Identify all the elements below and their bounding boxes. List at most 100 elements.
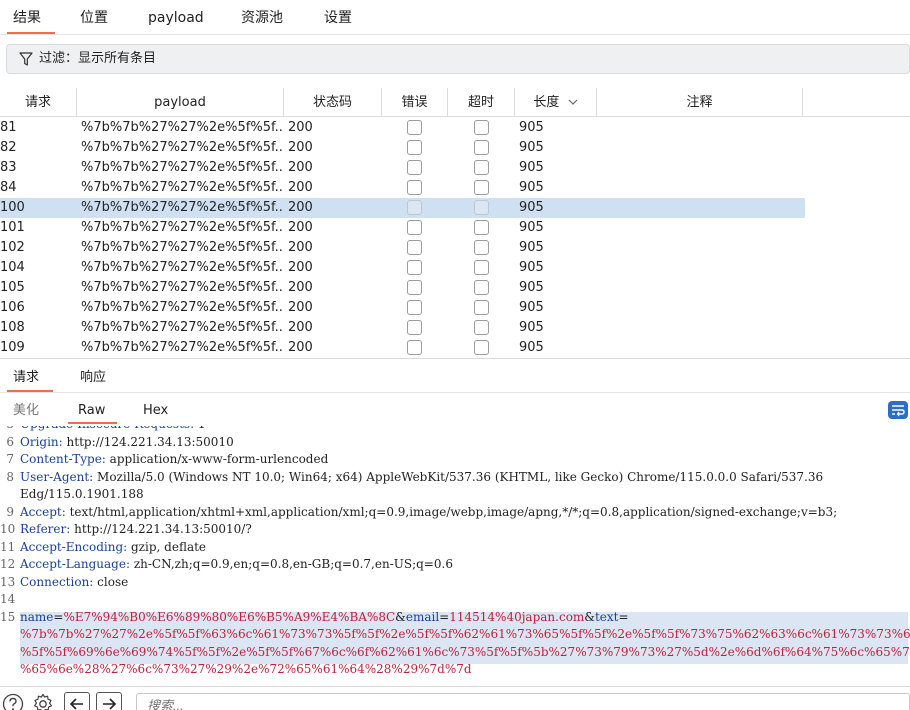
param-separator: & (584, 609, 595, 624)
cell-request: 84 (0, 180, 17, 195)
cell-request: 83 (0, 160, 17, 175)
cell-length: 905 (519, 300, 544, 315)
error-checkbox[interactable] (407, 280, 422, 295)
cell-request: 81 (0, 120, 17, 135)
header-value: gzip, deflate (127, 539, 207, 554)
cell-status: 200 (288, 200, 313, 215)
request-line: Origin: http://124.221.34.13:50010 (20, 435, 234, 449)
tab-results[interactable]: 结果 (7, 0, 55, 35)
error-checkbox[interactable] (407, 340, 422, 355)
table-row[interactable]: 100 %7b%7b%27%27%2e%5f%5f... 200 905 (0, 198, 805, 218)
timeout-checkbox[interactable] (474, 140, 489, 155)
search-input[interactable] (136, 693, 910, 710)
gear-icon[interactable] (32, 693, 54, 710)
cell-status: 200 (288, 320, 313, 335)
cell-payload: %7b%7b%27%27%2e%5f%5f... (81, 280, 283, 295)
timeout-checkbox[interactable] (474, 340, 489, 355)
cell-status: 200 (288, 300, 313, 315)
line-number: 13 (0, 574, 16, 589)
help-icon[interactable] (2, 693, 24, 710)
cell-length: 905 (519, 340, 544, 355)
header-name: Accept: (20, 504, 66, 519)
timeout-checkbox[interactable] (474, 320, 489, 335)
tab-settings[interactable]: 设置 (324, 0, 352, 35)
column-header-status[interactable]: 状态码 (284, 88, 382, 117)
column-header-comment[interactable]: 注释 (597, 88, 803, 117)
timeout-checkbox[interactable] (474, 180, 489, 195)
raw-request-editor[interactable]: 5 Upgrade-Insecure-Requests: 1 6 Origin: ht… (0, 426, 910, 680)
forward-button[interactable] (96, 692, 122, 710)
cell-length: 905 (519, 320, 544, 335)
table-row[interactable]: 83 %7b%7b%27%27%2e%5f%5f... 200 905 (0, 158, 805, 178)
tab-raw[interactable]: Raw (67, 397, 118, 425)
table-row[interactable]: 102 %7b%7b%27%27%2e%5f%5f... 200 905 (0, 238, 805, 258)
cell-payload: %7b%7b%27%27%2e%5f%5f... (81, 200, 283, 215)
column-header-request[interactable]: 请求 (0, 88, 77, 117)
tab-positions[interactable]: 位置 (80, 0, 108, 35)
request-line: User-Agent: Mozilla/5.0 (Windows NT 10.0… (20, 470, 823, 484)
param-name: email (405, 609, 440, 624)
error-checkbox[interactable] (407, 240, 422, 255)
table-row[interactable]: 105 %7b%7b%27%27%2e%5f%5f... 200 905 (0, 278, 805, 298)
param-equals: = (53, 609, 64, 624)
timeout-checkbox[interactable] (474, 260, 489, 275)
timeout-checkbox[interactable] (474, 120, 489, 135)
column-header-payload[interactable]: payload (77, 88, 284, 117)
cell-comment (601, 218, 801, 238)
cell-length: 905 (519, 280, 544, 295)
table-row[interactable]: 104 %7b%7b%27%27%2e%5f%5f... 200 905 (0, 258, 805, 278)
error-checkbox[interactable] (407, 300, 422, 315)
cell-length: 905 (519, 140, 544, 155)
timeout-checkbox[interactable] (474, 200, 489, 215)
cell-comment (601, 238, 801, 258)
param-value-wrapped: %5f%5f%69%6e%69%74%5f%5f%2e%5f%5f%67%6c%… (20, 644, 910, 659)
tab-pretty[interactable]: 美化 (13, 397, 39, 425)
tab-hex[interactable]: Hex (143, 397, 168, 425)
tab-response[interactable]: 响应 (80, 363, 106, 393)
table-row[interactable]: 101 %7b%7b%27%27%2e%5f%5f... 200 905 (0, 218, 805, 238)
cell-length: 905 (519, 160, 544, 175)
back-button[interactable] (64, 692, 90, 710)
error-checkbox[interactable] (407, 140, 422, 155)
timeout-checkbox[interactable] (474, 160, 489, 175)
pane-divider[interactable] (0, 358, 910, 359)
cell-comment (601, 338, 801, 356)
table-row[interactable]: 106 %7b%7b%27%27%2e%5f%5f... 200 905 (0, 298, 805, 318)
error-checkbox[interactable] (407, 120, 422, 135)
column-header-length[interactable]: 长度 (515, 88, 597, 117)
error-checkbox[interactable] (407, 260, 422, 275)
column-header-timeout[interactable]: 超时 (448, 88, 515, 117)
table-row[interactable]: 81 %7b%7b%27%27%2e%5f%5f... 200 905 (0, 118, 805, 138)
table-row[interactable]: 82 %7b%7b%27%27%2e%5f%5f... 200 905 (0, 138, 805, 158)
error-checkbox[interactable] (407, 200, 422, 215)
tab-resource-pool[interactable]: 资源池 (241, 0, 283, 35)
line-number: 8 (6, 469, 14, 484)
tab-payloads[interactable]: payload (148, 0, 204, 35)
request-line: Accept-Encoding: gzip, deflate (20, 540, 206, 554)
error-checkbox[interactable] (407, 320, 422, 335)
header-value: http://124.221.34.13:50010 (62, 434, 234, 449)
cell-request: 102 (0, 240, 25, 255)
request-line: Upgrade-Insecure-Requests: 1 (20, 426, 206, 431)
filter-bar[interactable]: 过滤：显示所有条目 (6, 44, 910, 74)
header-value: text/html,application/xhtml+xml,applicat… (65, 504, 838, 519)
word-wrap-button[interactable] (888, 401, 908, 419)
tab-request[interactable]: 请求 (6, 363, 54, 393)
timeout-checkbox[interactable] (474, 220, 489, 235)
header-value: Mozilla/5.0 (Windows NT 10.0; Win64; x64… (93, 469, 824, 484)
timeout-checkbox[interactable] (474, 280, 489, 295)
error-checkbox[interactable] (407, 160, 422, 175)
timeout-checkbox[interactable] (474, 240, 489, 255)
table-row[interactable]: 84 %7b%7b%27%27%2e%5f%5f... 200 905 (0, 178, 805, 198)
line-number: 14 (0, 592, 16, 606)
line-number: 10 (0, 522, 16, 536)
cell-comment (601, 158, 801, 178)
error-checkbox[interactable] (407, 220, 422, 235)
table-row[interactable]: 109 %7b%7b%27%27%2e%5f%5f... 200 905 (0, 338, 805, 356)
timeout-checkbox[interactable] (474, 300, 489, 315)
cell-request: 100 (0, 200, 25, 215)
column-header-error[interactable]: 错误 (382, 88, 448, 117)
error-checkbox[interactable] (407, 180, 422, 195)
table-row[interactable]: 108 %7b%7b%27%27%2e%5f%5f... 200 905 (0, 318, 805, 338)
cell-payload: %7b%7b%27%27%2e%5f%5f... (81, 300, 283, 315)
